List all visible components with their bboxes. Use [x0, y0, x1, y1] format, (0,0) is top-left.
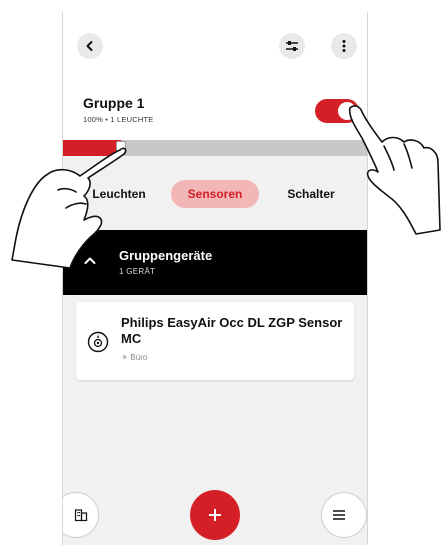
building-icon [74, 509, 88, 522]
more-button[interactable] [331, 33, 357, 59]
plus-icon [209, 509, 221, 521]
menu-icon [333, 510, 345, 520]
back-button[interactable] [77, 33, 103, 59]
chevron-left-icon [86, 41, 93, 51]
menu-button[interactable] [321, 492, 367, 538]
group-title: Gruppe 1 [83, 95, 145, 111]
more-vertical-icon [342, 40, 346, 52]
app-screen: Gruppe 1 100% • 1 LEUCHTE Leuchten Senso… [62, 12, 368, 545]
tap-hand-icon [11, 147, 127, 269]
device-card[interactable]: Philips EasyAir Occ DL ZGP Sensor MC ☀ B… [76, 302, 354, 380]
group-status: 100% • 1 LEUCHTE [83, 115, 154, 124]
sun-icon: ☀ [121, 353, 129, 362]
sliders-icon [286, 41, 298, 51]
settings-button[interactable] [279, 33, 305, 59]
sensor-icon [87, 331, 109, 353]
device-name: Philips EasyAir Occ DL ZGP Sensor MC [121, 315, 343, 346]
tab-sensoren[interactable]: Sensoren [171, 180, 259, 208]
add-button[interactable] [190, 490, 240, 540]
device-room-label: Büro [130, 353, 148, 362]
device-room: ☀ Büro [121, 353, 147, 362]
toggle-hand-icon [348, 105, 441, 235]
group-header-area: Gruppe 1 100% • 1 LEUCHTE [63, 12, 367, 140]
building-button[interactable] [63, 492, 99, 538]
